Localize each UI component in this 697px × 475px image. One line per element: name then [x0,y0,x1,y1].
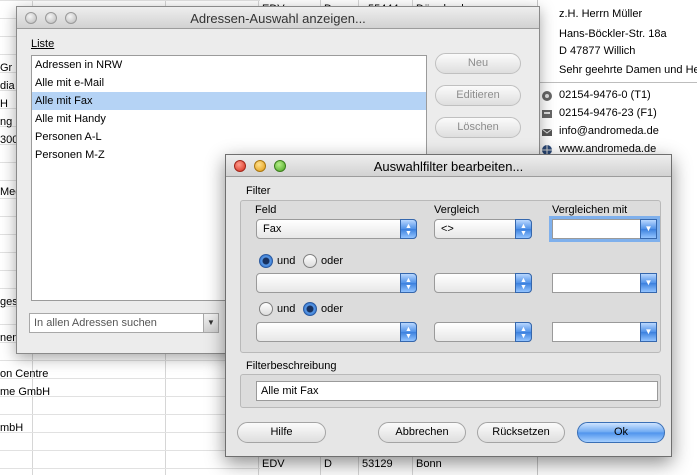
new-button[interactable]: Neu [435,53,521,74]
chevron-down-icon[interactable]: ▼ [640,273,657,293]
list-item[interactable]: Adressen in NRW [32,56,426,74]
filter-groupbox: Feld Vergleich Vergleichen mit Fax ▲ ▼ <>… [240,200,661,353]
divider [538,82,697,83]
field-popup-3[interactable]: ▲ ▼ [256,322,417,342]
grid-line [0,468,260,469]
compare-popup-3[interactable]: ▲ ▼ [434,322,532,342]
list-label: Liste [31,38,55,50]
spreadsheet-cell[interactable]: me GmbH [0,386,50,398]
filter-group-label: Filter [246,185,271,197]
field-popup-1[interactable]: Fax ▲ ▼ [256,219,417,239]
cancel-button[interactable]: Abbrechen [378,422,466,443]
and-label: und [277,303,296,315]
fax-icon [541,108,553,120]
address-line: z.H. Herrn Müller [559,8,643,20]
description-input[interactable]: Alle mit Fax [256,381,658,401]
grid-line [0,414,260,415]
help-button[interactable]: Hilfe [237,422,326,443]
field-column-label: Feld [255,204,277,216]
or-radio-2[interactable] [303,302,317,316]
spreadsheet-cell[interactable]: dia [0,80,15,92]
phone-icon [541,90,553,102]
grid-line [0,360,260,361]
stepper-icon[interactable]: ▲ ▼ [515,322,532,342]
chevron-down-icon[interactable]: ▼ [640,219,657,239]
stepper-icon[interactable]: ▲ ▼ [400,273,417,293]
list-item[interactable]: Personen A-L [32,128,426,146]
compare-with-input-2[interactable]: ▼ [552,273,657,293]
address-line: Hans-Böckler-Str. 18a [559,28,667,40]
description-groupbox: Alle mit Fax [240,374,661,408]
compare-with-input-3[interactable]: ▼ [552,322,657,342]
spreadsheet-cell[interactable]: EDV [262,458,285,470]
edit-button[interactable]: Editieren [435,85,521,106]
stepper-icon[interactable]: ▲ ▼ [515,273,532,293]
spreadsheet-cell[interactable]: 53129 [362,458,393,470]
and-label: und [277,255,296,267]
ok-button[interactable]: Ok [577,422,665,443]
compare-with-input-1[interactable]: ▼ [552,219,657,239]
grid-line [0,0,260,1]
or-label: oder [321,303,344,315]
spreadsheet-cell[interactable]: H [0,98,8,110]
email-icon [541,126,553,138]
spreadsheet-cell[interactable]: on Centre [0,368,48,380]
spreadsheet-cell[interactable]: Bonn [416,458,442,470]
field-popup-value: Fax [263,223,282,235]
email-value: info@andromeda.de [559,125,659,137]
reset-button[interactable]: Rücksetzen [477,422,565,443]
field-popup-2[interactable]: ▲ ▼ [256,273,417,293]
phone-value: 02154-9476-0 (T1) [559,89,651,101]
title-bar[interactable]: Adressen-Auswahl anzeigen... [17,7,539,29]
chevron-down-icon[interactable]: ▼ [640,322,657,342]
spreadsheet-cell[interactable]: ng [0,116,12,128]
compare-column-label: Vergleich [434,204,480,216]
title-bar[interactable]: Auswahlfilter bearbeiten... [226,155,671,177]
list-item[interactable]: Alle mit Handy [32,110,426,128]
window-title: Auswahlfilter bearbeiten... [373,159,524,174]
spreadsheet-cell[interactable]: Gr [0,62,12,74]
compare-popup-1[interactable]: <> ▲ ▼ [434,219,532,239]
grid-line [0,432,260,433]
stepper-icon[interactable]: ▲ ▼ [400,219,417,239]
stepper-icon[interactable]: ▲ ▼ [400,322,417,342]
spreadsheet-cell[interactable]: D [324,458,332,470]
description-label: Filterbeschreibung [246,360,337,372]
compare-popup-2[interactable]: ▲ ▼ [434,273,532,293]
compare-popup-value: <> [441,223,454,235]
or-label: oder [321,255,344,267]
list-item-selected[interactable]: Alle mit Fax [32,92,426,110]
search-scope-combo[interactable]: In allen Adressen suchen ▼ [29,313,219,333]
list-item[interactable]: Alle mit e-Mail [32,74,426,92]
spreadsheet-cell[interactable]: mbH [0,422,23,434]
filter-edit-window: Auswahlfilter bearbeiten... Filter Feld … [225,154,672,457]
grid-line [0,450,260,451]
delete-button[interactable]: Löschen [435,117,521,138]
stepper-icon[interactable]: ▲ ▼ [515,219,532,239]
fax-value: 02154-9476-23 (F1) [559,107,657,119]
compare-with-column-label: Vergleichen mit [552,204,628,216]
salutation-line: Sehr geehrte Damen und He [559,64,697,76]
and-radio-1[interactable] [259,254,273,268]
or-radio-1[interactable] [303,254,317,268]
search-scope-value: In allen Adressen suchen [34,317,157,329]
address-line: D 47877 Willich [559,45,636,57]
window-title: Adressen-Auswahl anzeigen... [190,11,366,26]
and-radio-2[interactable] [259,302,273,316]
chevron-down-icon[interactable]: ▼ [203,314,218,332]
